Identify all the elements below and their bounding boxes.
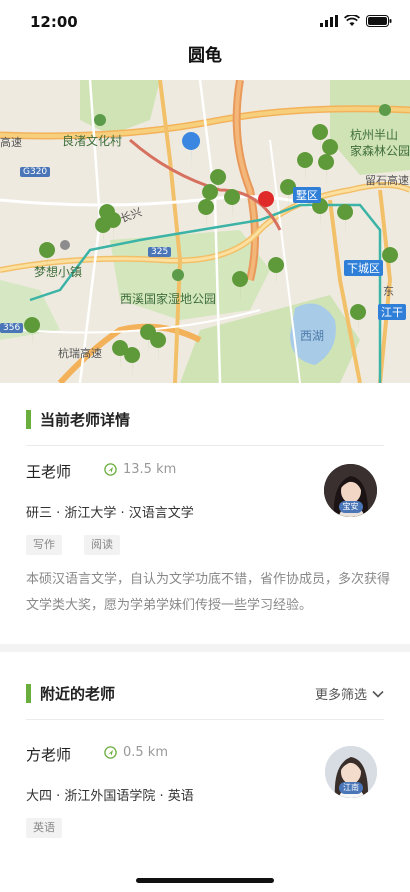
nearby-avatar-badge: 江南 [339, 782, 363, 794]
map-label-gongshu: 墅区 [293, 187, 321, 203]
location-arrow-icon [104, 463, 117, 476]
page-title: 圆龟 [188, 46, 222, 66]
current-teacher-header: 当前老师详情 [26, 408, 130, 430]
more-filter-button[interactable]: 更多筛选 [315, 684, 384, 703]
chevron-down-icon [372, 690, 384, 698]
section-gap [0, 644, 410, 652]
current-teacher-info: 研三 · 浙江大学 · 汉语言文学 [26, 506, 194, 521]
map-label-xiacheng: 下城区 [344, 260, 383, 276]
location-pin-icon [182, 132, 201, 168]
status-bar: 12:00 [0, 0, 410, 44]
nav-bar: 圆龟 [0, 44, 410, 80]
map-label-jianggan: 江干 [378, 304, 406, 320]
nearby-title: 附近的老师 [40, 684, 116, 703]
battery-icon [366, 15, 392, 27]
location-arrow-icon [104, 746, 117, 759]
map-label-xihu: 西湖 [300, 329, 325, 343]
map-label-park-line1: 杭州半山 [350, 128, 399, 142]
current-avatar-badge: 宝安 [338, 501, 363, 513]
nearby-teacher-distance: 0.5 km [104, 745, 168, 760]
more-filter-label: 更多筛选 [314, 688, 367, 703]
map-label-liangzhu: 良渚文化村 [62, 134, 123, 148]
map-label-gaosu: 高速 [0, 136, 22, 149]
status-icons [320, 15, 392, 27]
map-label-g325: 325 [148, 247, 172, 257]
tag-english: 英语 [26, 818, 62, 838]
map-label-dong: 东 [383, 285, 394, 298]
map-label-park-line2: 家森林公园 [350, 144, 410, 158]
wifi-icon [344, 15, 360, 26]
map-label-hangrui: 杭瑞高速 [58, 347, 102, 360]
current-teacher-name[interactable]: 王老师 [26, 461, 71, 482]
signal-icon [320, 15, 338, 27]
map-label-356: 356 [0, 323, 24, 333]
nearby-header: 附近的老师 [26, 682, 115, 704]
section-accent-bar [26, 409, 31, 429]
map-label-dream-town: 梦想小镇 [34, 265, 83, 279]
nearby-teacher-name[interactable]: 方老师 [26, 744, 71, 765]
map-label-g320: G320 [20, 167, 51, 177]
section-accent-bar [26, 683, 31, 703]
home-indicator [136, 878, 274, 883]
map-label-road-right: 留石高速 [365, 174, 409, 187]
divider [26, 719, 384, 720]
current-teacher-description: 本硕汉语言文学，自认为文学功底不错，省作协成员，多次获得文学类大奖，愿为学弟学妹… [26, 572, 391, 613]
current-teacher-distance: 13.5 km [104, 462, 176, 477]
current-distance-text: 13.5 km [123, 462, 177, 477]
divider [26, 445, 384, 446]
tag-reading: 阅读 [84, 535, 120, 555]
map-label-xixi: 西溪国家湿地公园 [120, 292, 217, 306]
tag-writing: 写作 [26, 535, 62, 555]
map-canvas[interactable] [0, 80, 410, 383]
nearby-distance-text: 0.5 km [123, 745, 168, 760]
current-teacher-avatar[interactable]: 宝安 [324, 464, 377, 517]
current-teacher-title: 当前老师详情 [40, 410, 131, 429]
status-time: 12:00 [30, 13, 78, 31]
nearby-teacher-info: 大四 · 浙江外国语学院 · 英语 [26, 789, 194, 804]
nearby-teacher-avatar[interactable]: 江南 [325, 746, 377, 798]
map-view[interactable]: 良渚文化村 杭州半山 家森林公园 留石高速 高速 G320 325 356 墅区… [0, 80, 410, 383]
